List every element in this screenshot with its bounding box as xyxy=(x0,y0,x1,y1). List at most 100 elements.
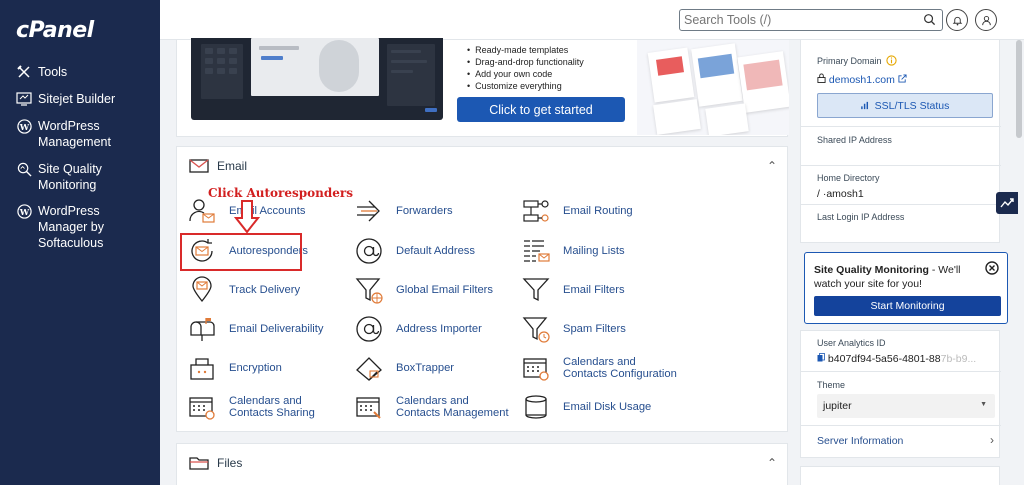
analytics-theme-panel: User Analytics ID b407df94-5a56-4801-887… xyxy=(800,330,1001,458)
mailbox-icon xyxy=(187,314,217,344)
sidebar: cPanel Tools Sitejet Builder W WordPress… xyxy=(0,0,160,485)
user-analytics-value[interactable]: b407df94-5a56-4801-887b-b9... xyxy=(817,353,976,365)
section-title: Email xyxy=(217,159,248,173)
user-icon xyxy=(981,15,991,25)
spam-filter-icon xyxy=(521,314,551,344)
mailing-list-icon xyxy=(521,236,551,266)
envelope-icon xyxy=(189,159,209,173)
bell-icon xyxy=(952,16,962,25)
home-directory-label: Home Directory xyxy=(817,173,880,183)
forward-arrow-icon xyxy=(354,196,384,226)
bar-chart-icon xyxy=(860,101,868,110)
get-started-button[interactable]: Click to get started xyxy=(457,97,625,122)
filter-icon xyxy=(521,275,551,305)
at-sign-icon xyxy=(354,236,384,266)
location-pin-icon xyxy=(187,275,217,305)
primary-domain-link[interactable]: demosh1.com xyxy=(817,73,907,86)
tool-email-filters[interactable]: Email Filters xyxy=(521,275,625,305)
feature-item: Customize everything xyxy=(467,80,584,92)
server-information-link[interactable]: Server Information xyxy=(817,435,903,447)
tool-track-delivery[interactable]: Track Delivery xyxy=(187,275,300,305)
tool-email-routing[interactable]: Email Routing xyxy=(521,196,633,226)
tool-boxtrapper[interactable]: BoxTrapper xyxy=(354,353,454,383)
tool-calendars-configuration[interactable]: Calendars and Contacts Configuration xyxy=(521,353,683,383)
tool-mailing-lists[interactable]: Mailing Lists xyxy=(521,236,625,266)
feature-item: Drag-and-drop functionality xyxy=(467,56,584,68)
top-bar xyxy=(160,0,1024,40)
files-section-header[interactable]: Files xyxy=(189,456,242,470)
tool-global-email-filters[interactable]: Global Email Filters xyxy=(354,275,493,305)
routing-icon xyxy=(521,196,551,226)
sidebar-item-tools[interactable]: Tools xyxy=(16,64,156,80)
dropdown-arrow-icon: ▼ xyxy=(980,401,987,408)
tool-email-disk-usage[interactable]: Email Disk Usage xyxy=(521,392,651,422)
feature-item: Ready-made templates xyxy=(467,44,584,56)
svg-text:W: W xyxy=(18,121,29,131)
files-section: Files ⌃ xyxy=(176,443,788,485)
theme-label: Theme xyxy=(817,380,846,390)
tool-default-address[interactable]: Default Address xyxy=(354,236,475,266)
close-icon[interactable] xyxy=(985,261,999,278)
tool-calendars-sharing[interactable]: Calendars and Contacts Sharing xyxy=(187,392,349,422)
site-quality-callout: Site Quality Monitoring - We'll watch yo… xyxy=(804,252,1008,324)
global-filter-icon xyxy=(354,275,384,305)
templates-preview-image xyxy=(637,40,789,135)
tool-calendars-management[interactable]: Calendars and Contacts Management xyxy=(354,392,516,422)
tool-encryption[interactable]: Encryption xyxy=(187,353,282,383)
external-link-icon xyxy=(898,74,907,83)
cpanel-logo[interactable]: cPanel xyxy=(16,18,94,43)
copy-icon xyxy=(817,353,825,362)
tool-address-importer[interactable]: Address Importer xyxy=(354,314,482,344)
sidebar-item-wordpress-management[interactable]: W WordPress Management xyxy=(16,118,156,150)
theme-select[interactable]: jupiter ▼ xyxy=(817,394,995,418)
wordpress-icon: W xyxy=(16,118,32,134)
primary-domain-label: Primary Domain xyxy=(817,55,897,66)
chevron-right-icon[interactable]: › xyxy=(990,433,994,447)
magnifier-icon xyxy=(16,161,32,177)
info-icon xyxy=(886,55,897,66)
notifications-button[interactable] xyxy=(946,9,968,31)
sidebar-item-site-quality[interactable]: Site Quality Monitoring xyxy=(16,161,156,193)
at-import-icon xyxy=(354,314,384,344)
calendar-share-icon xyxy=(187,392,217,422)
last-login-ip-label: Last Login IP Address xyxy=(817,212,905,222)
user-menu-button[interactable] xyxy=(975,9,997,31)
collapse-chevron-icon[interactable]: ⌃ xyxy=(767,456,777,470)
disk-usage-icon xyxy=(521,392,551,422)
email-section-header[interactable]: Email xyxy=(189,159,247,173)
tool-forwarders[interactable]: Forwarders xyxy=(354,196,453,226)
wordpress-icon: W xyxy=(16,203,32,219)
sidebar-item-wordpress-softaculous[interactable]: W WordPress Manager by Softaculous xyxy=(16,203,136,251)
start-monitoring-button[interactable]: Start Monitoring xyxy=(814,296,1001,316)
instruction-annotation: Click Autoresponders xyxy=(208,186,353,200)
section-title: Files xyxy=(217,456,243,470)
folder-icon xyxy=(189,457,209,470)
highlight-box xyxy=(180,233,302,271)
lock-icon xyxy=(817,73,826,83)
feature-item: Add your own code xyxy=(467,68,584,80)
calendar-gear-icon xyxy=(521,353,551,383)
ssl-status-button[interactable]: SSL/TLS Status xyxy=(817,93,993,118)
calendar-manage-icon xyxy=(354,392,384,422)
builder-preview-image xyxy=(191,38,443,120)
account-info-panel: Primary Domain demosh1.com SSL/TLS Statu… xyxy=(800,40,1001,243)
shared-ip-label: Shared IP Address xyxy=(817,135,892,145)
user-analytics-label: User Analytics ID xyxy=(817,338,886,348)
search-box[interactable] xyxy=(679,9,943,31)
search-icon[interactable] xyxy=(923,13,936,29)
tools-icon xyxy=(16,64,32,80)
scrollbar-thumb[interactable] xyxy=(1016,40,1022,138)
home-directory-value: / ·amosh1 xyxy=(817,188,864,200)
collapse-chevron-icon[interactable]: ⌃ xyxy=(767,159,777,173)
search-input[interactable] xyxy=(680,10,910,30)
sitejet-banner: Ready-made templates Drag-and-drop funct… xyxy=(176,38,789,137)
svg-text:W: W xyxy=(18,206,29,216)
builder-features-list: Ready-made templates Drag-and-drop funct… xyxy=(467,44,584,92)
tool-email-deliverability[interactable]: Email Deliverability xyxy=(187,314,324,344)
user-mail-icon xyxy=(187,196,217,226)
encryption-icon xyxy=(187,353,217,383)
tool-spam-filters[interactable]: Spam Filters xyxy=(521,314,626,344)
trend-icon[interactable] xyxy=(996,192,1018,214)
annotation-arrow-icon xyxy=(234,200,260,234)
sidebar-item-sitejet[interactable]: Sitejet Builder xyxy=(16,91,156,107)
